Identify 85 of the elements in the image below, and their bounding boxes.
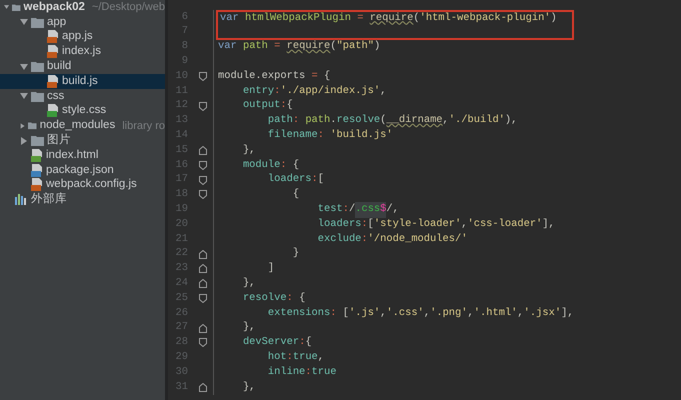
fold-open-icon[interactable] (198, 102, 206, 111)
tree-item[interactable]: css (0, 88, 165, 104)
tree-item[interactable]: 图片 (0, 133, 165, 148)
fold-open-icon[interactable] (198, 338, 206, 348)
file-icon (31, 164, 43, 177)
tree-item[interactable]: build (0, 59, 165, 74)
file-icon (31, 178, 43, 192)
code-line: ] (266, 262, 274, 276)
code-line: } (292, 246, 300, 262)
path-note: library ro (122, 118, 165, 134)
collapsed-arrow-icon[interactable] (20, 136, 28, 145)
folder-icon (28, 120, 37, 132)
tree-item[interactable]: app.js (0, 30, 165, 44)
file-name: style.css (62, 103, 106, 118)
code-line: test:/.css$/, (216, 202, 399, 218)
code-line: }, (242, 276, 256, 291)
code-line: loaders:['style-loader','css-loader'], (316, 217, 555, 232)
bar-chart-icon (15, 194, 28, 206)
file-name: webpack.config.js (46, 177, 137, 192)
code-line: }, (242, 143, 256, 158)
code-line: exclude:'/node_modules/' (316, 232, 468, 247)
expanded-arrow-icon[interactable] (20, 92, 28, 100)
tree-item[interactable]: node_modules library ro (0, 118, 165, 134)
code-line: entry:'./app/index.js', (242, 84, 386, 99)
folder-icon (31, 135, 44, 146)
file-icon (31, 148, 43, 162)
folder-icon (31, 16, 44, 28)
code-line: loaders:[ (266, 172, 324, 188)
code-line: extensions: ['.js','.css','.png','.html','.jsx'], (266, 306, 574, 321)
tree-item[interactable]: index.html (0, 148, 165, 163)
code-line: resolve: { (242, 291, 306, 306)
code-line: devServer:{ (242, 336, 312, 350)
file-name: webpack02 (24, 0, 85, 15)
code-line: }, (242, 320, 256, 336)
fold-open-icon[interactable] (198, 294, 206, 304)
file-name: index.js (62, 44, 101, 60)
code-line: { (292, 188, 300, 202)
expanded-arrow-icon[interactable] (20, 62, 28, 71)
fold-open-icon[interactable] (198, 160, 206, 170)
collapsed-arrow-icon[interactable] (20, 122, 26, 130)
tree-item[interactable]: index.js (0, 44, 165, 60)
highlighted-code-line: var htmlWebpackPlugin = require('html-webpack-plugin') (216, 10, 574, 25)
code-line: module: { (242, 158, 300, 173)
fold-open-icon[interactable] (198, 190, 206, 200)
fold-close-icon[interactable] (198, 382, 206, 392)
tree-item[interactable]: build.js (0, 74, 165, 89)
code-line: }, (242, 380, 256, 395)
fold-close-icon[interactable] (198, 250, 206, 259)
tree-item[interactable]: 外部库 (0, 192, 165, 208)
code-line: var path = require("path") (217, 40, 380, 54)
folder-icon (12, 2, 21, 13)
tree-item[interactable]: webpack02 ~/Desktop/web (0, 0, 165, 15)
file-icon (47, 45, 59, 58)
file-name: 图片 (47, 132, 71, 148)
fold-close-icon[interactable] (198, 146, 206, 156)
file-name: build.js (62, 74, 98, 89)
code-line: output:{ (242, 98, 293, 114)
fold-open-icon[interactable] (198, 176, 206, 185)
code-line: inline:true (266, 365, 336, 380)
expanded-arrow-icon[interactable] (4, 3, 10, 12)
fold-close-icon[interactable] (198, 324, 206, 333)
file-icon (47, 30, 59, 44)
path-note: ~/Desktop/web (92, 0, 165, 16)
file-icon (47, 104, 59, 118)
fold-close-icon[interactable] (198, 264, 206, 274)
code-line: filename: 'build.js' (266, 128, 393, 143)
file-name: build (47, 58, 72, 74)
code-line: module.exports = { (217, 69, 330, 84)
file-name: app.js (62, 29, 93, 44)
tree-item[interactable]: app (0, 14, 165, 30)
tree-item[interactable]: webpack.config.js (0, 178, 165, 192)
code-line: hot:true, (266, 350, 324, 365)
file-name: index.html (46, 148, 98, 163)
fold-open-icon[interactable] (198, 72, 206, 82)
file-name: app (47, 14, 66, 30)
tree-item[interactable]: style.css (0, 104, 165, 118)
file-name: css (47, 88, 64, 104)
file-name: node_modules (40, 118, 116, 134)
tree-item[interactable]: package.json (0, 162, 165, 178)
fold-close-icon[interactable] (198, 279, 206, 288)
code-line: path: path.resolve(__dirname,'./build'), (266, 114, 518, 128)
file-name: 外部库 (31, 191, 67, 208)
file-icon (47, 74, 59, 88)
file-name: package.json (46, 162, 114, 178)
expanded-arrow-icon[interactable] (20, 18, 28, 26)
